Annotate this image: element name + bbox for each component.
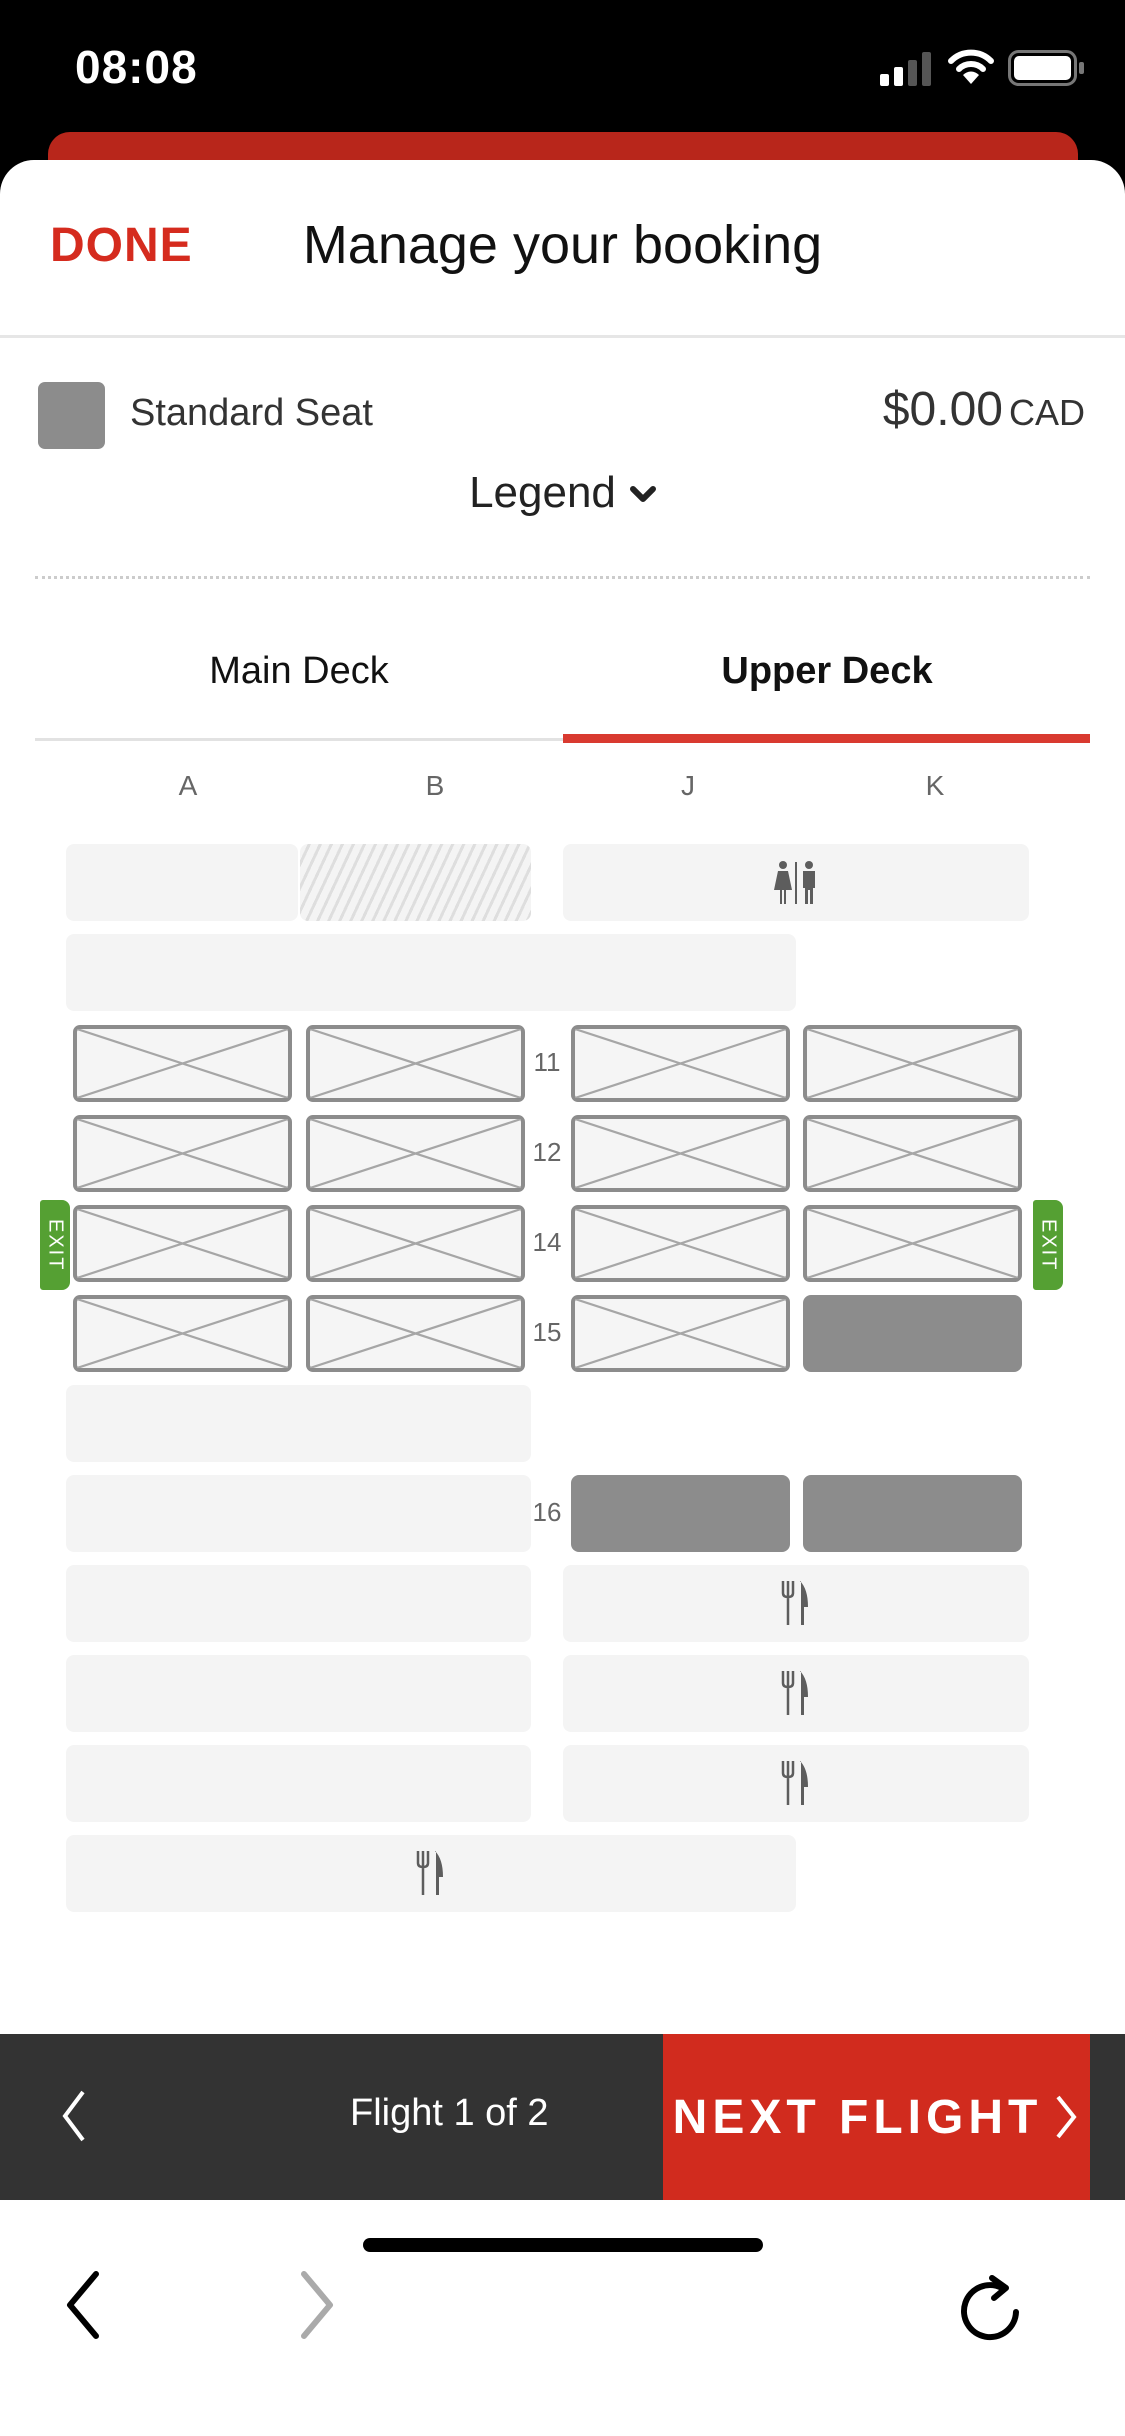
tab-underline-active (563, 734, 1090, 743)
chevron-down-icon (629, 486, 656, 503)
seat-14K-unavailable[interactable] (803, 1205, 1022, 1282)
seat-14J-unavailable[interactable] (571, 1205, 790, 1282)
galley-icon (416, 1850, 443, 1895)
seat-16J-available[interactable] (571, 1475, 790, 1552)
seat-12A-unavailable[interactable] (73, 1115, 292, 1192)
seat-12J-unavailable[interactable] (571, 1115, 790, 1192)
seat-15K-available[interactable] (803, 1295, 1022, 1372)
tab-upper-deck[interactable]: Upper Deck (563, 650, 1091, 693)
wifi-icon (948, 49, 994, 84)
previous-flight-button[interactable] (55, 2086, 95, 2146)
chevron-right-icon (1056, 2095, 1077, 2139)
tab-underline-inactive (35, 738, 563, 741)
cabin-block (66, 1565, 531, 1642)
cabin-block (66, 1655, 531, 1732)
seat-14A-unavailable[interactable] (73, 1205, 292, 1282)
galley-block (563, 1565, 1029, 1642)
seat-type-label: Standard Seat (130, 392, 373, 434)
cabin-block (66, 1475, 531, 1552)
galley-block (66, 1835, 796, 1912)
price-currency: CAD (1008, 392, 1085, 433)
browser-toolbar (0, 2200, 1125, 2436)
seat-14B-unavailable[interactable] (306, 1205, 525, 1282)
row-number: 11 (533, 1047, 561, 1077)
legend-divider (35, 576, 1090, 579)
page-title: Manage your booking (302, 215, 823, 275)
browser-back-icon[interactable] (60, 2270, 110, 2340)
seat-11J-unavailable[interactable] (571, 1025, 790, 1102)
galley-icon (781, 1580, 808, 1625)
seat-15A-unavailable[interactable] (73, 1295, 292, 1372)
next-flight-button[interactable]: NEXT FLIGHT (663, 2034, 1090, 2200)
cabin-block (66, 1745, 531, 1822)
row-number: 16 (532, 1497, 562, 1527)
cabin-block (66, 1385, 531, 1462)
home-indicator (363, 2238, 763, 2252)
column-label-b: B (425, 770, 445, 801)
standard-seat-swatch (38, 382, 105, 449)
galley-block (563, 1655, 1029, 1732)
column-label-a: A (178, 770, 198, 801)
row-number: 14 (532, 1227, 562, 1257)
browser-forward-icon[interactable] (290, 2270, 340, 2340)
seat-16K-available[interactable] (803, 1475, 1022, 1552)
galley-block (563, 1745, 1029, 1822)
signal-icon (880, 52, 931, 86)
flight-navigation-bar: Flight 1 of 2 NEXT FLIGHT (0, 2034, 1125, 2200)
row-number: 12 (532, 1137, 562, 1167)
exit-marker-left: EXIT (40, 1200, 70, 1290)
exit-marker-right: EXIT (1033, 1200, 1063, 1290)
galley-icon (781, 1760, 808, 1805)
column-label-k: K (925, 770, 945, 801)
seat-11K-unavailable[interactable] (803, 1025, 1022, 1102)
seat-11A-unavailable[interactable] (73, 1025, 292, 1102)
legend-toggle[interactable]: Legend (0, 468, 1125, 518)
galley-icon (781, 1670, 808, 1715)
browser-reload-icon[interactable] (958, 2270, 1028, 2350)
lavatory-icon (774, 860, 815, 904)
seat-12K-unavailable[interactable] (803, 1115, 1022, 1192)
battery-icon (1008, 50, 1084, 86)
booking-sheet: DONE Manage your booking Standard Seat $… (0, 160, 1125, 2436)
seat-price: $0.00 CAD (883, 382, 1085, 437)
flight-counter: Flight 1 of 2 (350, 2092, 549, 2134)
status-time: 08:08 (75, 41, 198, 93)
seat-15J-unavailable[interactable] (571, 1295, 790, 1372)
bulkhead-block (66, 844, 298, 921)
seat-15B-unavailable[interactable] (306, 1295, 525, 1372)
seat-11B-unavailable[interactable] (306, 1025, 525, 1102)
header-divider (0, 335, 1125, 338)
stairs-area (66, 934, 796, 1011)
row-number: 15 (532, 1317, 562, 1347)
next-flight-label: NEXT FLIGHT (672, 2090, 1043, 2144)
lavatory-block (563, 844, 1029, 921)
tab-main-deck[interactable]: Main Deck (35, 650, 563, 693)
seat-12B-unavailable[interactable] (306, 1115, 525, 1192)
legend-label: Legend (469, 468, 616, 517)
blocked-area (300, 844, 531, 921)
column-label-j: J (681, 770, 695, 801)
price-amount: $0.00 (882, 383, 1003, 436)
